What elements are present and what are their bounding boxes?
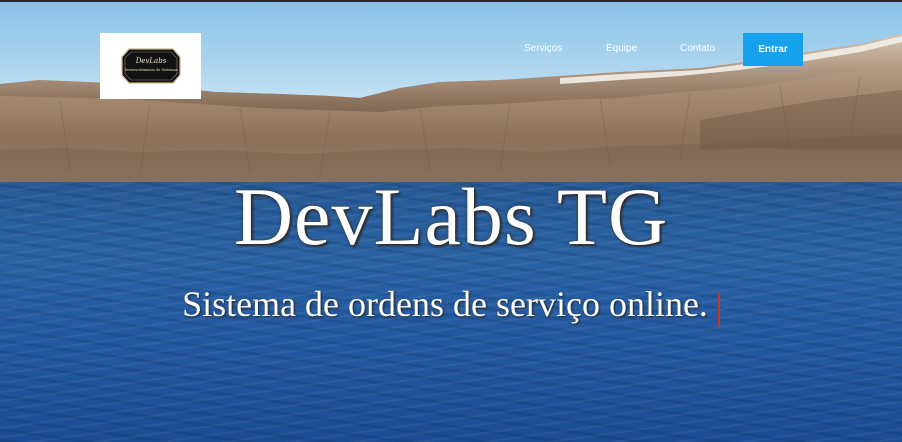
nav-link-equipe[interactable]: Equipe (606, 43, 637, 54)
nav-link-servicos[interactable]: Serviços (524, 43, 562, 54)
main-navigation: Serviços Equipe Contato Entrar (0, 33, 902, 66)
enter-button[interactable]: Entrar (743, 33, 803, 66)
logo-subtext: Desenvolvimento de Sistemas (124, 68, 178, 72)
hero-subtitle: Sistema de ordens de serviço online. (182, 284, 708, 324)
nav-link-contato[interactable]: Contato (680, 43, 715, 54)
hero-title: DevLabs TG (233, 171, 669, 262)
window-top-border (0, 0, 902, 2)
hero-subtitle-row: Sistema de ordens de serviço online. (0, 283, 902, 329)
typing-caret (717, 292, 720, 327)
